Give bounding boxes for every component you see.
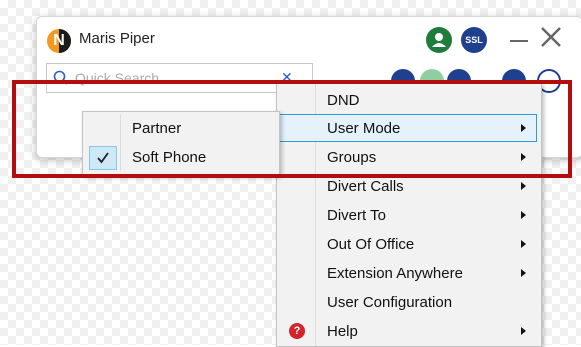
minimize-button[interactable] [510,40,528,42]
menu-item-divert-to[interactable]: Divert To [279,201,537,229]
menu-item-user-configuration[interactable]: User Configuration [279,288,537,316]
app-logo: N [47,29,71,53]
menu-item-label: Extension Anywhere [327,265,463,282]
help-icon: ? [289,323,305,339]
submenu-arrow-icon [521,211,526,219]
submenu-arrow-icon [521,240,526,248]
user-icon [432,33,446,47]
user-name: Maris Piper [79,30,155,47]
menu-item-label: Help [327,323,358,340]
submenu-arrow-icon [521,269,526,277]
submenu-arrow-icon [521,327,526,335]
menu-item-label: Out Of Office [327,236,415,253]
menu-item-help[interactable]: ? Help [279,317,537,345]
submenu-arrow-icon [521,182,526,190]
highlight-annotation [12,80,572,178]
menu-item-label: Divert Calls [327,178,404,195]
close-button[interactable] [540,26,562,53]
close-icon [541,27,561,47]
menu-item-extension-anywhere[interactable]: Extension Anywhere [279,259,537,287]
ssl-badge[interactable]: SSL [461,27,487,53]
menu-item-out-of-office[interactable]: Out Of Office [279,230,537,258]
menu-item-label: Divert To [327,207,386,224]
presence-button[interactable] [426,27,452,53]
menu-item-label: User Configuration [327,294,453,311]
